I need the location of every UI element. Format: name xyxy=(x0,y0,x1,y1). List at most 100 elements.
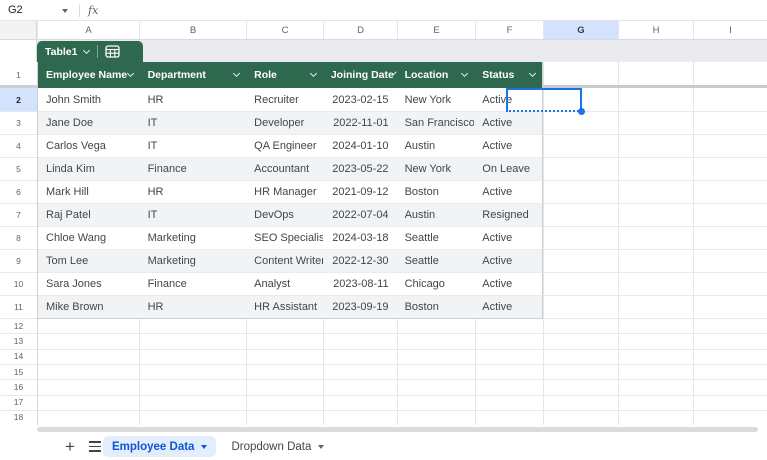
table-cell[interactable]: Seattle xyxy=(397,250,475,272)
row-header-1[interactable]: 1 xyxy=(0,62,37,88)
table-cell[interactable]: Analyst xyxy=(246,273,323,295)
sheet-grid[interactable]: 1 2 3 4 5 6 7 8 9 10 11 12 13 14 15 16 17 18 Employee Nam… xyxy=(0,62,767,427)
table-cell[interactable]: Marketing xyxy=(140,227,247,249)
sheet-tab-employee-data[interactable]: Employee Data xyxy=(103,436,217,457)
horizontal-scrollbar-thumb[interactable] xyxy=(37,426,758,432)
chevron-down-icon[interactable] xyxy=(233,69,241,78)
chevron-down-icon[interactable] xyxy=(126,69,134,78)
table-cell[interactable]: 2023-02-15 xyxy=(323,88,397,111)
table-cell[interactable]: 2023-05-22 xyxy=(323,158,397,180)
table-cell[interactable]: 2022-11-01 xyxy=(323,112,397,134)
table-cell[interactable]: Active xyxy=(474,296,542,318)
column-header-G[interactable]: G xyxy=(543,21,618,39)
row-header-15[interactable]: 15 xyxy=(0,364,37,379)
table-cell[interactable]: 2022-12-30 xyxy=(323,250,397,272)
table-cell[interactable]: Active xyxy=(474,273,542,295)
table-cell[interactable]: Active xyxy=(474,250,542,272)
table-header-employee-name[interactable]: Employee Name xyxy=(38,62,140,88)
row-header-13[interactable]: 13 xyxy=(0,333,37,348)
tab-dropdown-icon[interactable] xyxy=(318,444,325,449)
table-header-location[interactable]: Location xyxy=(397,62,475,88)
row-header-9[interactable]: 9 xyxy=(0,249,37,272)
table-cell[interactable]: Carlos Vega xyxy=(38,135,140,157)
table-cell[interactable]: Tom Lee xyxy=(38,250,140,272)
table-cell[interactable]: Active xyxy=(474,112,542,134)
row-header-17[interactable]: 17 xyxy=(0,395,37,410)
table-cell[interactable]: Active xyxy=(474,227,542,249)
column-header-A[interactable]: A xyxy=(37,21,139,39)
table-cell[interactable]: HR xyxy=(140,296,247,318)
row-header-5[interactable]: 5 xyxy=(0,157,37,180)
row-header-3[interactable]: 3 xyxy=(0,111,37,134)
table-header-department[interactable]: Department xyxy=(140,62,247,88)
table-cell[interactable]: Boston xyxy=(397,181,475,203)
table-cell[interactable]: Chloe Wang xyxy=(38,227,140,249)
select-all-corner[interactable] xyxy=(0,21,37,39)
table-header-joining-date[interactable]: Joining Date xyxy=(323,62,397,88)
table-cell[interactable]: Active xyxy=(474,88,542,111)
table-cell[interactable]: Accountant xyxy=(246,158,323,180)
table-cell[interactable]: 2021-09-12 xyxy=(323,181,397,203)
add-sheet-button[interactable]: + xyxy=(58,433,82,460)
table-cell[interactable]: HR Manager xyxy=(246,181,323,203)
table-cell[interactable]: Mike Brown xyxy=(38,296,140,318)
name-box-dropdown-icon[interactable] xyxy=(62,9,68,13)
column-header-E[interactable]: E xyxy=(397,21,475,39)
row-header-14[interactable]: 14 xyxy=(0,349,37,364)
table-cell[interactable]: Marketing xyxy=(140,250,247,272)
table-cell[interactable]: HR xyxy=(140,88,247,111)
table-cell[interactable]: Linda Kim xyxy=(38,158,140,180)
table-cell[interactable]: Boston xyxy=(397,296,475,318)
row-header-12[interactable]: 12 xyxy=(0,318,37,333)
table-cell[interactable]: IT xyxy=(140,112,247,134)
chevron-down-icon[interactable] xyxy=(309,69,317,78)
column-header-C[interactable]: C xyxy=(246,21,323,39)
row-header-16[interactable]: 16 xyxy=(0,379,37,394)
table-cell[interactable]: Seattle xyxy=(397,227,475,249)
table-cell[interactable]: 2023-08-11 xyxy=(323,273,397,295)
chevron-down-icon[interactable] xyxy=(461,69,469,78)
table-cell[interactable]: Active xyxy=(474,181,542,203)
fx-icon[interactable]: fx xyxy=(88,0,98,20)
table-cell[interactable]: Finance xyxy=(140,158,247,180)
row-header-10[interactable]: 10 xyxy=(0,272,37,295)
row-header-7[interactable]: 7 xyxy=(0,203,37,226)
table-cell[interactable]: On Leave xyxy=(474,158,542,180)
column-header-B[interactable]: B xyxy=(139,21,246,39)
table-header-role[interactable]: Role xyxy=(246,62,323,88)
column-header-F[interactable]: F xyxy=(475,21,543,39)
table-cell[interactable]: Finance xyxy=(140,273,247,295)
row-header-8[interactable]: 8 xyxy=(0,226,37,249)
table-cell[interactable]: Jane Doe xyxy=(38,112,140,134)
table-cell[interactable]: IT xyxy=(140,135,247,157)
sheet-tab-dropdown-data[interactable]: Dropdown Data xyxy=(222,436,333,457)
column-header-H[interactable]: H xyxy=(618,21,693,39)
chevron-down-icon[interactable] xyxy=(83,46,91,54)
table-cell[interactable]: SEO Specialist xyxy=(246,227,323,249)
chevron-down-icon[interactable] xyxy=(528,69,537,78)
table-cell[interactable]: New York xyxy=(397,158,475,180)
table-cell[interactable]: Austin xyxy=(397,204,475,226)
row-header-6[interactable]: 6 xyxy=(0,180,37,203)
column-header-I[interactable]: I xyxy=(693,21,767,39)
table-cell[interactable]: HR Assistant xyxy=(246,296,323,318)
table-cell[interactable]: Resigned xyxy=(474,204,542,226)
table-cell[interactable]: 2023-09-19 xyxy=(323,296,397,318)
table-grid-icon[interactable] xyxy=(105,45,121,58)
row-header-4[interactable]: 4 xyxy=(0,134,37,157)
column-header-D[interactable]: D xyxy=(323,21,397,39)
table-cell[interactable]: Recruiter xyxy=(246,88,323,111)
table-name-pill[interactable]: Table1 xyxy=(37,41,143,62)
tab-dropdown-icon[interactable] xyxy=(201,444,208,449)
table-cell[interactable]: DevOps xyxy=(246,204,323,226)
fill-handle[interactable] xyxy=(577,107,585,115)
table-cell[interactable]: 2022-07-04 xyxy=(323,204,397,226)
table-cell[interactable]: HR xyxy=(140,181,247,203)
table-cell[interactable]: QA Engineer xyxy=(246,135,323,157)
row-header-18[interactable]: 18 xyxy=(0,410,37,425)
table-cell[interactable]: John Smith xyxy=(38,88,140,111)
table-cell[interactable]: 2024-03-18 xyxy=(323,227,397,249)
table-header-status[interactable]: Status xyxy=(474,62,542,88)
table-cell[interactable]: Raj Patel xyxy=(38,204,140,226)
table-cell[interactable]: IT xyxy=(140,204,247,226)
